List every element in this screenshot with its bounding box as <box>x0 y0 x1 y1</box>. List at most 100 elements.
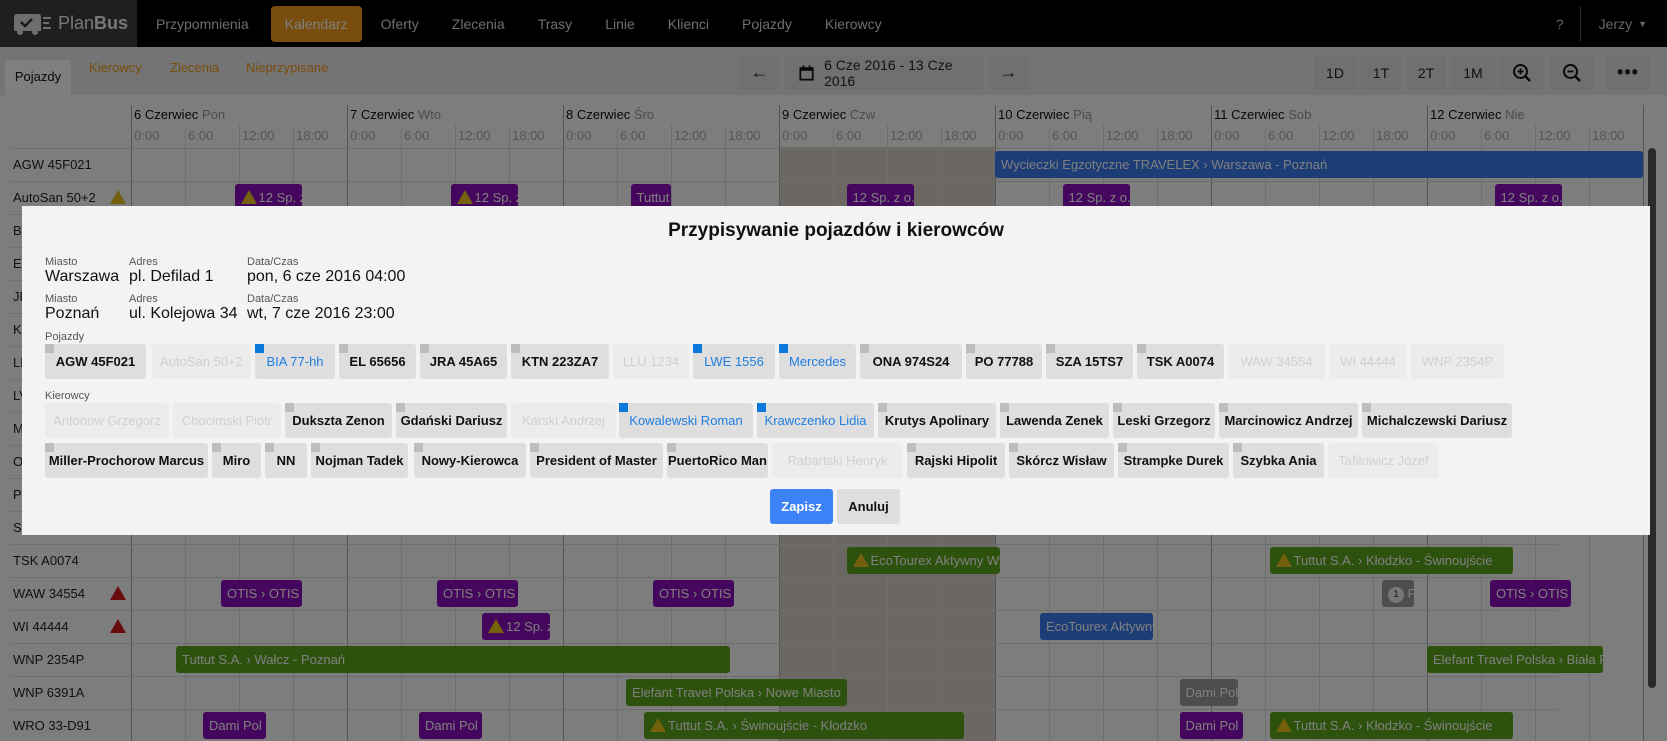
checkbox-unchecked-icon <box>1137 344 1146 353</box>
chip-label: SZA 15TS7 <box>1055 354 1124 369</box>
chip-label: Gdański Dariusz <box>400 413 503 428</box>
checkbox-unchecked-icon <box>1233 443 1242 452</box>
driver-chip[interactable]: Miro <box>212 443 261 478</box>
chip-label: Michalczewski Dariusz <box>1366 413 1508 428</box>
chip-label: Marcinowicz Andrzej <box>1224 413 1353 428</box>
chip-label: Skórcz Wisław <box>1016 453 1107 468</box>
driver-chip[interactable]: Szybka Ania <box>1233 443 1324 478</box>
driver-chip[interactable]: Krawczenko Lidia <box>757 403 874 438</box>
driver-chip[interactable]: Krutys Apolinary <box>878 403 996 438</box>
driver-chip[interactable]: Michalczewski Dariusz <box>1362 403 1512 438</box>
checkbox-checked-icon <box>255 344 264 353</box>
cancel-button[interactable]: Anuluj <box>837 489 900 524</box>
chip-label: Miller-Prochorow Marcus <box>48 453 205 468</box>
checkbox-unchecked-icon <box>212 443 221 452</box>
chip-label: Dukszta Zenon <box>292 413 385 428</box>
driver-chip[interactable]: Leski Grzegorz <box>1113 403 1215 438</box>
checkbox-unchecked-icon <box>1219 403 1228 412</box>
chip-label: Karski Andrzej <box>521 413 606 428</box>
chip-label: Antonow Grzegorz <box>53 413 161 428</box>
vehicle-chip: WI 44444 <box>1329 344 1407 379</box>
checkbox-unchecked-icon <box>339 344 348 353</box>
checkbox-unchecked-icon <box>667 443 676 452</box>
save-button[interactable]: Zapisz <box>770 489 833 524</box>
vehicle-chip[interactable]: BIA 77-hh <box>255 344 335 379</box>
chip-label: PO 77788 <box>974 354 1034 369</box>
checkbox-checked-icon <box>693 344 702 353</box>
checkbox-unchecked-icon <box>1009 443 1018 452</box>
chip-label: Tafilowicz Józef <box>1338 453 1429 468</box>
checkbox-unchecked-icon <box>907 443 916 452</box>
driver-chip: Karski Andrzej <box>511 403 616 438</box>
chip-label: JRA 45A65 <box>429 354 498 369</box>
driver-chip[interactable]: Marcinowicz Andrzej <box>1219 403 1358 438</box>
driver-chip[interactable]: Kowalewski Roman <box>619 403 753 438</box>
checkbox-unchecked-icon <box>530 443 539 452</box>
chip-label: WNP 2354P <box>1421 354 1494 369</box>
chip-label: Rabartski Henryk <box>787 453 888 468</box>
driver-chip[interactable]: Rajski Hipolit <box>907 443 1005 478</box>
vehicle-chip[interactable]: TSK A0074 <box>1137 344 1224 379</box>
chip-label: Lawenda Zenek <box>1006 413 1103 428</box>
driver-chip[interactable]: Gdański Dariusz <box>396 403 507 438</box>
chip-label: PuertoRico Man <box>668 453 767 468</box>
vehicle-chip[interactable]: AGW 45F021 <box>45 344 146 379</box>
vehicle-chip: LLU 1234 <box>613 344 689 379</box>
vehicle-chip[interactable]: EL 65656 <box>339 344 416 379</box>
chip-label: Mercedes <box>788 354 847 369</box>
vehicle-chip: WNP 2354P <box>1411 344 1504 379</box>
checkbox-unchecked-icon <box>285 403 294 412</box>
to-address: ul. Kolejowa 34 <box>129 305 238 322</box>
vehicle-chip[interactable]: Mercedes <box>779 344 856 379</box>
checkbox-unchecked-icon <box>1118 443 1127 452</box>
chip-label: ONA 974S24 <box>872 354 950 369</box>
driver-chip[interactable]: Nojman Tadek <box>311 443 408 478</box>
chip-label: WI 44444 <box>1340 354 1396 369</box>
checkbox-unchecked-icon <box>1362 403 1371 412</box>
from-datetime-label: Data/Czas <box>247 256 299 268</box>
chip-label: NN <box>276 453 296 468</box>
driver-chip[interactable]: Skórcz Wisław <box>1009 443 1114 478</box>
from-city-label: Miasto <box>45 256 78 268</box>
checkbox-unchecked-icon <box>1046 344 1055 353</box>
assignment-dialog: Przypisywanie pojazdów i kierowców Miast… <box>22 206 1650 535</box>
checkbox-checked-icon <box>619 403 628 412</box>
driver-chip[interactable]: PuertoRico Man <box>667 443 768 478</box>
driver-chip: Rabartski Henryk <box>772 443 903 478</box>
to-city: Poznań <box>45 305 100 322</box>
vehicle-chip[interactable]: LWE 1556 <box>693 344 775 379</box>
driver-chip: Chocimski Piotr <box>173 403 281 438</box>
checkbox-unchecked-icon <box>311 443 320 452</box>
chip-label: Kowalewski Roman <box>629 413 743 428</box>
vehicle-chip: WAW 34554 <box>1228 344 1325 379</box>
checkbox-unchecked-icon <box>45 344 54 353</box>
chip-label: Nowy-Kierowca <box>421 453 519 468</box>
to-address-label: Adres <box>129 293 158 305</box>
chip-label: Szybka Ania <box>1240 453 1317 468</box>
driver-chip[interactable]: Dukszta Zenon <box>285 403 392 438</box>
chip-label: Leski Grzegorz <box>1117 413 1211 428</box>
checkbox-unchecked-icon <box>396 403 405 412</box>
vehicle-chip: AutoSan 50+2 <box>152 344 251 379</box>
driver-chip[interactable]: Lawenda Zenek <box>1000 403 1109 438</box>
chip-label: TSK A0074 <box>1146 354 1215 369</box>
driver-chip[interactable]: Strampke Durek <box>1118 443 1229 478</box>
checkbox-unchecked-icon <box>511 344 520 353</box>
driver-chip[interactable]: NN <box>265 443 307 478</box>
vehicle-chip[interactable]: PO 77788 <box>966 344 1042 379</box>
drivers-section-label: Kierowcy <box>45 390 90 402</box>
vehicle-chip[interactable]: SZA 15TS7 <box>1046 344 1133 379</box>
driver-chip[interactable]: Nowy-Kierowca <box>414 443 526 478</box>
driver-chip[interactable]: Miller-Prochorow Marcus <box>45 443 208 478</box>
checkbox-unchecked-icon <box>1113 403 1122 412</box>
chip-label: Strampke Durek <box>1123 453 1224 468</box>
vehicle-chip[interactable]: ONA 974S24 <box>860 344 962 379</box>
checkbox-checked-icon <box>779 344 788 353</box>
driver-chip[interactable]: President of Master <box>530 443 663 478</box>
chip-label: Rajski Hipolit <box>914 453 998 468</box>
vehicle-chip[interactable]: KTN 223ZA7 <box>511 344 609 379</box>
to-datetime-label: Data/Czas <box>247 293 299 305</box>
checkbox-unchecked-icon <box>45 443 54 452</box>
chip-label: Krawczenko Lidia <box>764 413 867 428</box>
vehicle-chip[interactable]: JRA 45A65 <box>420 344 507 379</box>
